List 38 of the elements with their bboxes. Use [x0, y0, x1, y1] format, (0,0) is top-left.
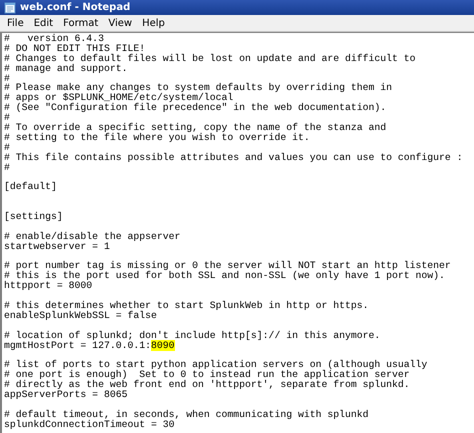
code-line: # this is the port used for both SSL and non-SSL (we only have 1 port now).	[4, 271, 446, 282]
code-line: startwebserver = 1	[4, 242, 111, 252]
code-line: # (See "Configuration file precedence" in the web documentation).	[4, 103, 388, 114]
code-line: # Changes to default files will be lost on update and are difficult to	[4, 54, 417, 64]
code-line: #	[4, 74, 11, 84]
code-line: # list of ports to start python application servers on (although usually	[4, 360, 428, 370]
menu-item[interactable]: Format	[58, 16, 104, 30]
code-line: httpport = 8000	[4, 281, 94, 292]
menu-item[interactable]: Edit	[28, 16, 58, 30]
code-line: # setting to the file where you wish to override it.	[4, 132, 311, 143]
menu-item[interactable]: File	[2, 16, 29, 30]
code-line: splunkdConnectionTimeout = 30	[4, 420, 174, 430]
code-line: # DO NOT EDIT THIS FILE!	[4, 44, 146, 54]
code-line: #	[4, 142, 11, 153]
code-line: # To override a specific setting, copy the name of the stanza and	[4, 123, 388, 133]
window-title: web.conf - Notepad	[20, 2, 130, 13]
code-line: enableSplunkWebSSL = false	[4, 310, 158, 321]
code-line: # port number tag is missing or 0 the server will NOT start an http listener	[4, 261, 452, 272]
code-line: [default]	[4, 182, 58, 192]
code-line: # default timeout, in seconds, when communicating with splunkd	[4, 410, 370, 420]
code-line: # apps or $SPLUNK_HOME/etc/system/local	[4, 93, 234, 104]
code-line: #	[4, 162, 11, 172]
code-line: # Please make any changes to system defaults by overriding them in	[4, 83, 394, 94]
code-line: # directly as the web front end on 'httpport', separate from splunkd.	[4, 380, 411, 390]
code-line: [settings]	[4, 212, 64, 222]
code-line: appServerPorts = 8065	[4, 390, 128, 400]
code-line: # enable/disable the appserver	[4, 232, 182, 242]
code-line: # version 6.4.3	[4, 34, 105, 44]
code-line: # location of splunkd; don't include http[s]:// in this anymore.	[4, 330, 382, 341]
code-line: mgmtHostPort = 127.0.0.1:8090	[4, 340, 176, 350]
menu-item[interactable]: Help	[137, 16, 170, 30]
menu-item[interactable]: View	[103, 16, 138, 30]
code-line: # This file contains possible attributes and values you can use to configure :	[4, 152, 464, 163]
code-line: # this determines whether to start SplunkWeb in http or https.	[4, 301, 370, 311]
code-line: # one port is enough) Set to 0 to instead run the application server	[4, 370, 411, 380]
code-line: # manage and support.	[4, 64, 128, 74]
code-line: #	[4, 113, 11, 124]
notepad-icon	[4, 2, 16, 14]
